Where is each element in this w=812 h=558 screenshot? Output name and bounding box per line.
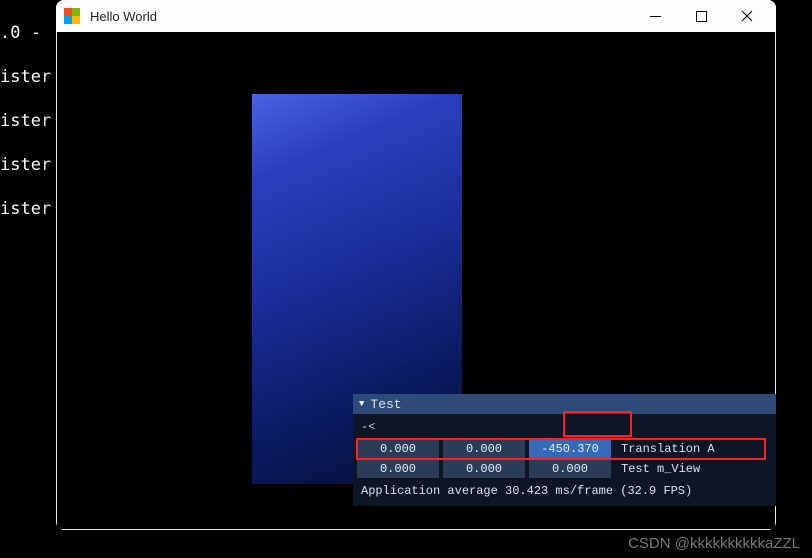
dragfloat3-translation-a: 0.000 0.000 -450.370 Translation A	[357, 440, 772, 458]
watermark: CSDN @kkkkkkkkkkaZZL	[628, 535, 800, 552]
drag-x[interactable]: 0.000	[357, 460, 439, 478]
app-icon	[64, 8, 80, 24]
imgui-raw-row: -<	[357, 418, 772, 438]
titlebar[interactable]: Hello World	[56, 0, 776, 32]
terminal-line: ister	[0, 66, 51, 88]
drag-y[interactable]: 0.000	[443, 440, 525, 458]
terminal-background: .0 - ister ister ister ister	[0, 0, 51, 242]
terminal-line: .0 -	[0, 22, 51, 44]
drag-z[interactable]: -450.370	[529, 440, 611, 458]
row-label: Test m_View	[621, 462, 700, 476]
collapse-triangle-icon[interactable]: ▼	[359, 399, 364, 409]
drag-z[interactable]: 0.000	[529, 460, 611, 478]
opengl-viewport: ▼ Test -< 0.000 0.000 -450.370 Translati…	[56, 32, 776, 530]
imgui-title: Test	[370, 397, 401, 412]
minimize-button[interactable]	[632, 0, 678, 32]
terminal-line: ister	[0, 110, 51, 132]
window-title: Hello World	[90, 9, 157, 24]
maximize-icon	[696, 11, 707, 22]
drag-y[interactable]: 0.000	[443, 460, 525, 478]
row-label: Translation A	[621, 442, 715, 456]
close-icon	[741, 10, 753, 22]
imgui-titlebar[interactable]: ▼ Test	[353, 394, 776, 414]
imgui-panel[interactable]: ▼ Test -< 0.000 0.000 -450.370 Translati…	[353, 394, 776, 506]
maximize-button[interactable]	[678, 0, 724, 32]
terminal-line: ister	[0, 198, 51, 220]
imgui-stats: Application average 30.423 ms/frame (32.…	[357, 480, 772, 500]
terminal-line: ister	[0, 154, 51, 176]
drag-x[interactable]: 0.000	[357, 440, 439, 458]
dragfloat3-test-mview: 0.000 0.000 0.000 Test m_View	[357, 460, 772, 478]
imgui-body: -< 0.000 0.000 -450.370 Translation A 0.…	[353, 414, 776, 506]
app-window: Hello World ▼ Test -< 0.000 0.000 -4	[56, 0, 776, 530]
close-button[interactable]	[724, 0, 770, 32]
minimize-icon	[650, 11, 661, 22]
